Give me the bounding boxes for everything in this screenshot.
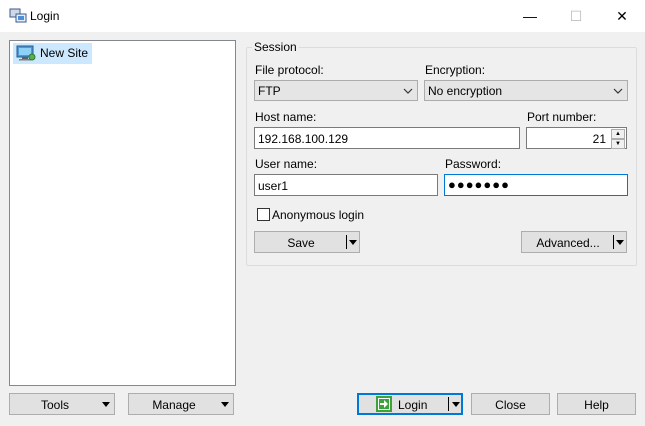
login-button[interactable]: Login — [357, 393, 463, 415]
dropdown-arrow-icon[interactable] — [349, 240, 357, 245]
site-item-label: New Site — [40, 46, 89, 60]
password-value: ●●●●●●● — [448, 177, 510, 192]
file-protocol-label: File protocol: — [255, 63, 324, 77]
file-protocol-value: FTP — [258, 84, 281, 98]
site-tree[interactable]: New Site — [9, 40, 236, 386]
maximize-button[interactable]: ☐ — [553, 0, 599, 32]
minimize-button[interactable]: — — [507, 0, 553, 32]
app-icon — [9, 8, 27, 23]
manage-button[interactable]: Manage — [128, 393, 234, 415]
dropdown-arrow-icon[interactable] — [616, 240, 624, 245]
advanced-button-label: Advanced... — [536, 236, 600, 250]
window-title: Login — [30, 9, 60, 23]
tools-button-label: Tools — [40, 398, 69, 412]
session-legend: Session — [252, 40, 299, 54]
dropdown-arrow-icon — [221, 402, 229, 407]
save-button[interactable]: Save — [254, 231, 360, 253]
login-icon — [376, 396, 392, 412]
login-button-label: Login — [398, 398, 428, 412]
advanced-button[interactable]: Advanced... — [521, 231, 627, 253]
file-protocol-select[interactable]: FTP — [254, 80, 418, 101]
chevron-down-icon — [403, 88, 413, 94]
user-name-label: User name: — [255, 157, 318, 171]
spin-up-icon[interactable]: ▲ — [611, 129, 625, 139]
title-bar: Login — ☐ ✕ — [0, 0, 645, 32]
close-button[interactable]: Close — [471, 393, 550, 415]
port-spinner[interactable]: ▲ ▼ — [611, 129, 625, 149]
dropdown-arrow-icon[interactable] — [452, 402, 460, 407]
encryption-select[interactable]: No encryption — [424, 80, 628, 101]
port-number-value: 21 — [592, 132, 606, 146]
port-number-label: Port number: — [527, 110, 597, 124]
help-button[interactable]: Help — [557, 393, 636, 415]
close-window-button[interactable]: ✕ — [599, 0, 645, 32]
user-name-field[interactable]: user1 — [254, 174, 438, 196]
chevron-down-icon — [613, 88, 623, 94]
computer-icon — [16, 45, 36, 61]
spin-down-icon[interactable]: ▼ — [611, 139, 625, 149]
split-divider — [448, 397, 449, 411]
close-button-label: Close — [495, 398, 526, 412]
split-divider — [613, 235, 614, 249]
encryption-label: Encryption: — [425, 63, 486, 77]
host-name-field[interactable]: 192.168.100.129 — [254, 127, 520, 149]
encryption-value: No encryption — [428, 84, 503, 98]
tools-button[interactable]: Tools — [9, 393, 115, 415]
save-button-label: Save — [287, 236, 315, 250]
password-label: Password: — [445, 157, 502, 171]
site-item-new-site[interactable]: New Site — [13, 43, 92, 64]
anonymous-login-checkbox[interactable] — [257, 208, 270, 221]
host-name-value: 192.168.100.129 — [258, 132, 349, 146]
dropdown-arrow-icon — [102, 402, 110, 407]
password-field[interactable]: ●●●●●●● — [444, 174, 628, 196]
user-name-value: user1 — [258, 179, 289, 193]
split-divider — [346, 235, 347, 249]
help-button-label: Help — [584, 398, 609, 412]
manage-button-label: Manage — [152, 398, 196, 412]
host-name-label: Host name: — [255, 110, 317, 124]
port-number-field[interactable]: 21 ▲ ▼ — [526, 127, 627, 149]
anonymous-login-label[interactable]: Anonymous login — [272, 208, 364, 222]
